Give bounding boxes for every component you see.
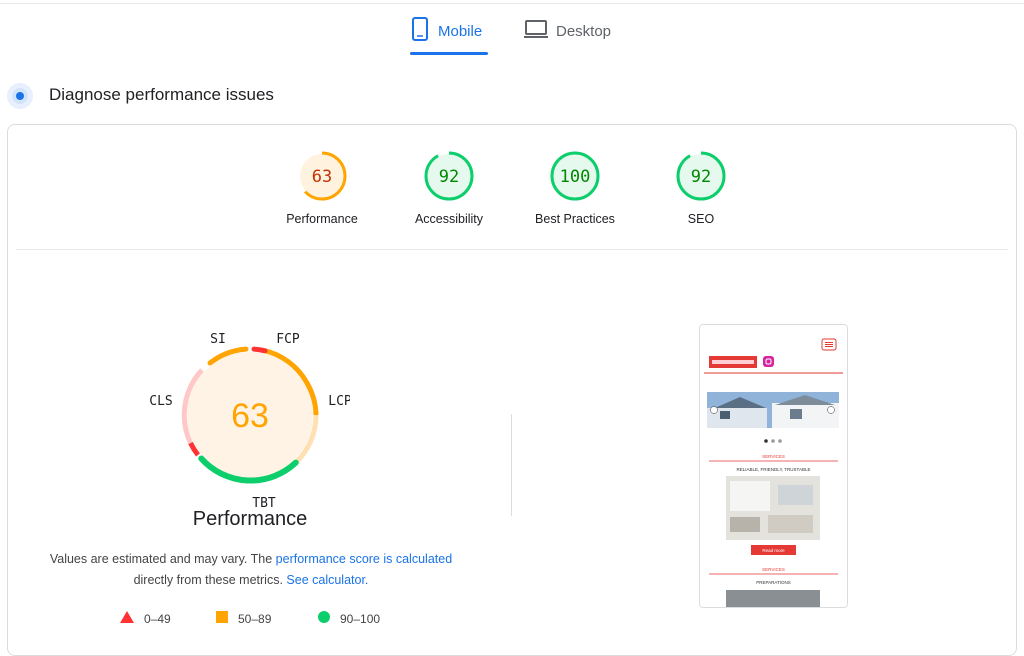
tab-mobile-label: Mobile	[438, 22, 483, 40]
instagram-icon	[763, 356, 774, 367]
legend-pass-label: 90–100	[340, 611, 381, 626]
fail-triangle-icon	[120, 611, 134, 626]
performance-metrics-gauge: 63 SI FCP LCP TBT CLS	[150, 332, 350, 511]
score-gauge-performance[interactable]: 63 Performance	[262, 150, 382, 226]
legend-pass: 90–100	[318, 611, 380, 626]
metric-label-si: SI	[210, 332, 226, 347]
accessibility-score-ring: 92	[424, 151, 474, 201]
legend-average: 50–89	[216, 611, 271, 626]
best-practices-score-value: 100	[560, 167, 591, 187]
performance-description: Values are estimated and may vary. The p…	[40, 549, 462, 591]
fcp-segment	[251, 346, 268, 354]
tab-desktop-label: Desktop	[556, 22, 612, 40]
seo-score-label: SEO	[687, 212, 715, 226]
desktop-monitor-icon	[524, 19, 548, 43]
carousel-next-icon	[827, 406, 835, 414]
performance-score-link[interactable]: performance score is calculated	[276, 552, 452, 566]
average-square-icon	[216, 611, 228, 626]
seo-score-value: 92	[691, 167, 711, 187]
seo-score-ring: 92	[676, 151, 726, 201]
score-gauge-accessibility[interactable]: 92 Accessibility	[389, 150, 509, 226]
performance-score-value: 63	[312, 167, 332, 187]
performance-title: Performance	[192, 508, 308, 530]
performance-score-label: Performance	[286, 212, 358, 226]
services-heading-2: SERVICES	[762, 567, 785, 572]
tab-mobile[interactable]: Mobile	[410, 14, 482, 48]
pass-circle-icon	[318, 611, 330, 626]
read-more-label: Read more	[762, 548, 785, 553]
see-calculator-link[interactable]: See calculator.	[286, 573, 368, 587]
description-text-1: Values are estimated and may vary. The	[49, 552, 273, 566]
preparations-text: PREPARATIONS	[756, 580, 791, 585]
mobile-phone-icon	[410, 17, 430, 45]
performance-big-score: 63	[231, 397, 269, 435]
metric-label-lcp: LCP	[328, 394, 350, 409]
best-practices-score-ring: 100	[550, 151, 600, 201]
page-screenshot: SERVICES RELIABLE, FRIENDLY, TRUSTABLE R…	[699, 324, 848, 608]
section-title: Diagnose performance issues	[49, 85, 274, 104]
description-text-2: directly from these metrics.	[133, 573, 283, 587]
accessibility-score-label: Accessibility	[414, 212, 484, 226]
vertical-divider	[511, 414, 512, 516]
score-gauge-seo[interactable]: 92 SEO	[641, 150, 761, 226]
carousel-prev-icon	[710, 406, 718, 414]
carousel-dot	[764, 439, 768, 443]
services-heading-1: SERVICES	[762, 454, 785, 459]
metric-label-cls: CLS	[150, 394, 173, 409]
legend-average-label: 50–89	[238, 611, 272, 626]
legend-fail-label: 0–49	[144, 611, 171, 626]
active-tab-indicator	[410, 52, 488, 55]
carousel-dot	[771, 439, 775, 443]
best-practices-score-label: Best Practices	[535, 212, 615, 226]
tagline-text: RELIABLE, FRIENDLY, TRUSTABLE	[737, 467, 811, 472]
legend-fail: 0–49	[120, 611, 171, 626]
top-border	[0, 3, 1024, 4]
card-divider	[16, 249, 1008, 250]
accessibility-score-value: 92	[439, 167, 459, 187]
diagnose-icon	[6, 82, 34, 115]
performance-score-ring: 63	[297, 151, 347, 201]
tab-desktop[interactable]: Desktop	[524, 14, 611, 48]
carousel-dot	[778, 439, 782, 443]
mobile-page-preview: SERVICES RELIABLE, FRIENDLY, TRUSTABLE R…	[700, 325, 847, 607]
score-gauge-best-practices[interactable]: 100 Best Practices	[515, 150, 635, 226]
metric-label-fcp: FCP	[276, 332, 300, 347]
